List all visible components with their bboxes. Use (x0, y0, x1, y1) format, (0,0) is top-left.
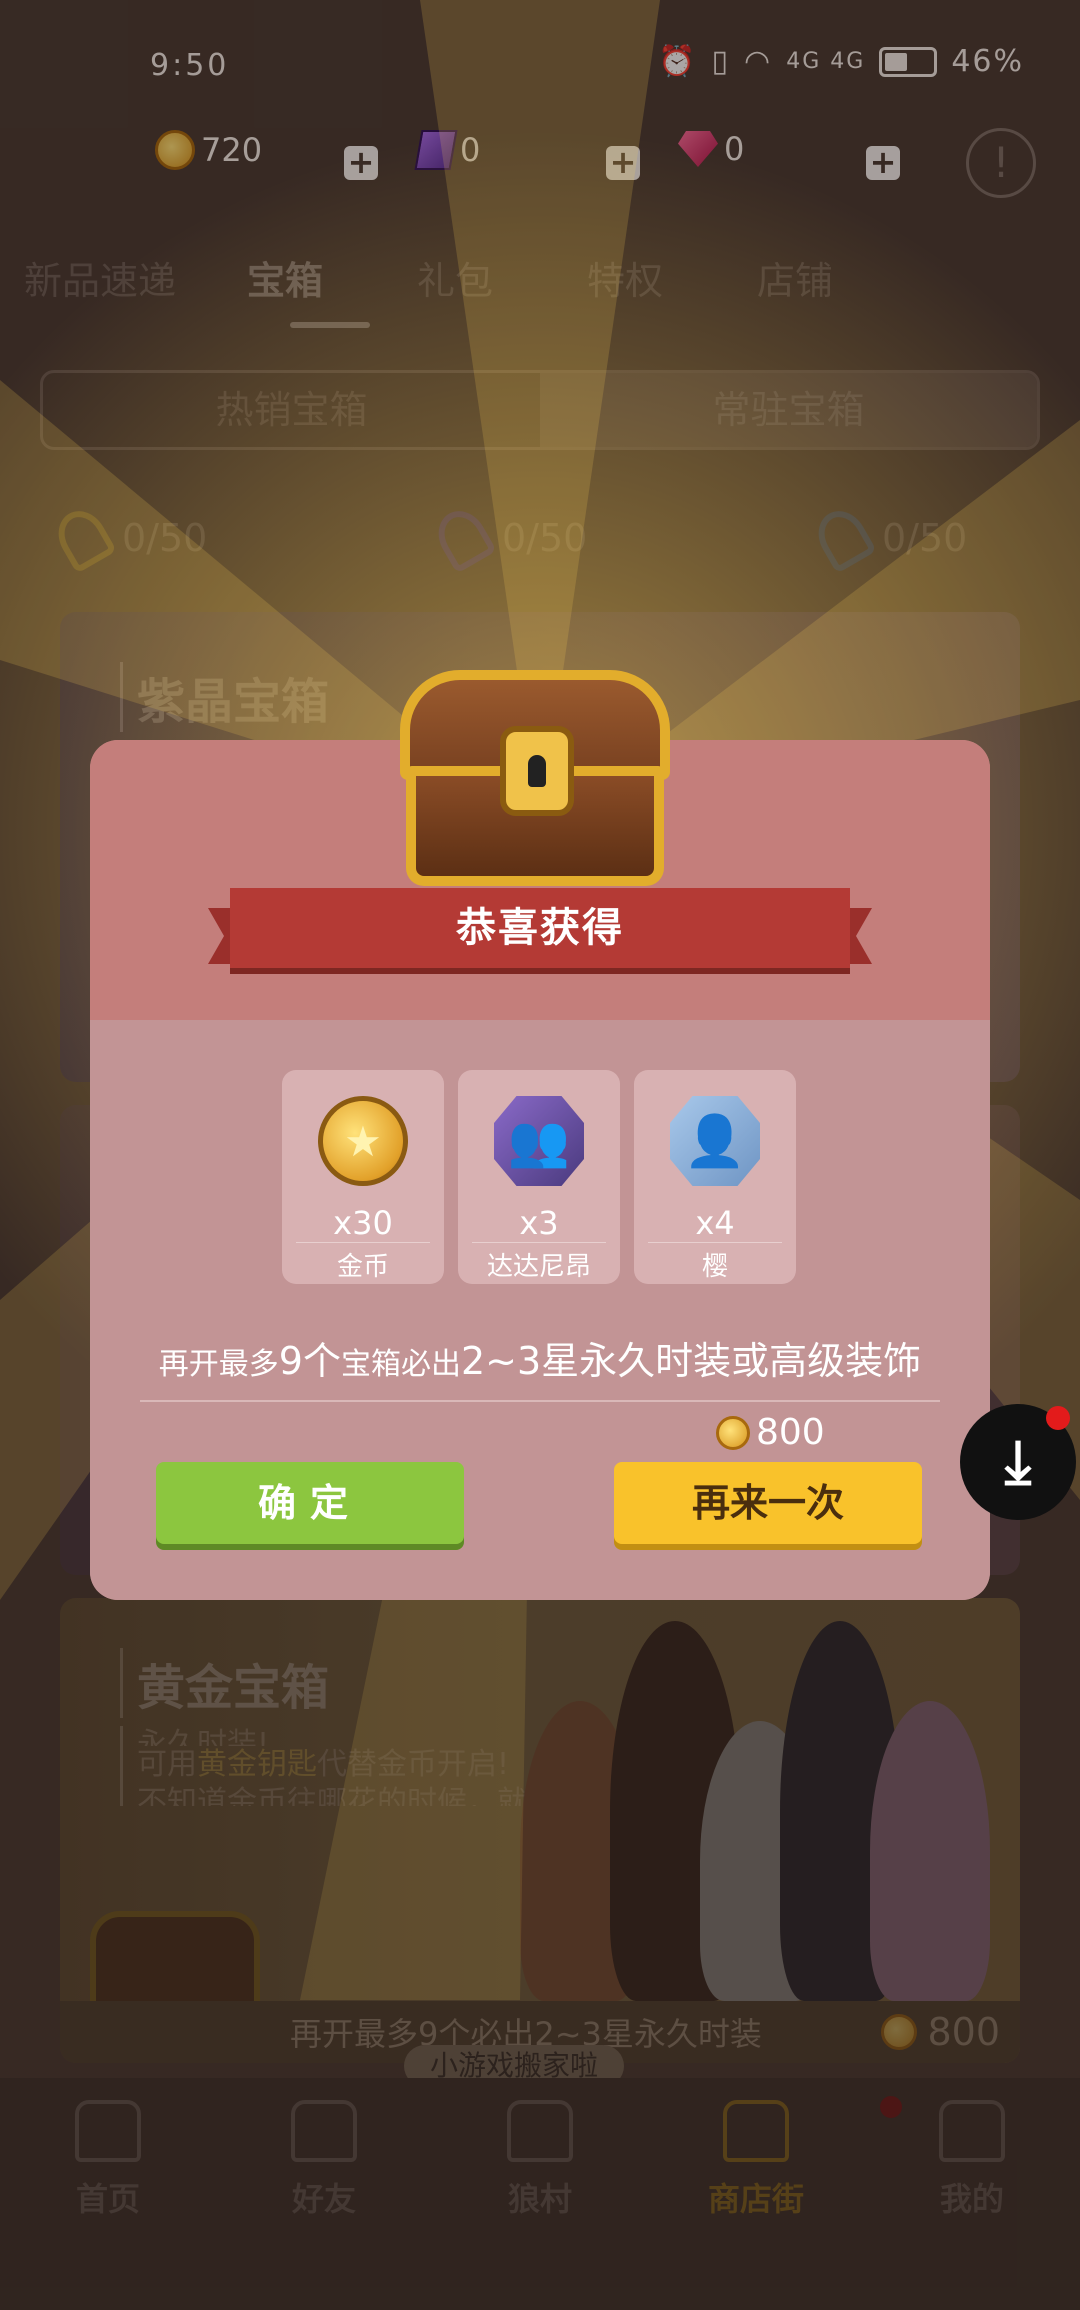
reward-name: 金币 (336, 1252, 389, 1282)
reward-item[interactable]: 👤 x4 樱 (634, 1070, 796, 1284)
hint-divider (140, 1400, 940, 1402)
character-avatar-icon: 👤 (670, 1096, 760, 1186)
coin-icon: ★ (318, 1096, 408, 1186)
confirm-button[interactable]: 确定 (156, 1462, 464, 1544)
reward-item[interactable]: ★ x30 金币 (282, 1070, 444, 1284)
hint-reward: 2~3星永久时装或高级装饰 (460, 1339, 922, 1383)
reward-item[interactable]: 👥 x3 达达尼昂 (458, 1070, 620, 1284)
hint-count: 9个 (278, 1339, 341, 1383)
reopen-cost: 800 (716, 1412, 825, 1453)
hint-part: 宝箱必出 (340, 1347, 461, 1382)
reward-qty: x3 (519, 1204, 559, 1242)
treasure-chest-icon (400, 670, 670, 886)
coin-icon (716, 1415, 750, 1450)
reward-list: ★ x30 金币 👥 x3 达达尼昂 👤 x4 樱 (282, 1070, 796, 1284)
reward-qty: x4 (695, 1204, 735, 1242)
modal-title: 恭喜获得 (456, 905, 624, 951)
reward-divider (296, 1242, 430, 1243)
reward-name: 达达尼昂 (486, 1252, 591, 1282)
reopen-cost-value: 800 (756, 1412, 825, 1453)
character-avatar-icon: 👥 (494, 1096, 584, 1186)
reward-modal: 恭喜获得 ★ x30 金币 👥 x3 达达尼昂 👤 x4 樱 再开最多9个宝箱必… (90, 670, 990, 1600)
lock-icon (500, 726, 574, 816)
reward-qty: x30 (333, 1204, 393, 1242)
reward-divider (648, 1242, 782, 1243)
reward-divider (472, 1242, 606, 1243)
hint-part: 再开最多 (158, 1347, 279, 1382)
download-float-button[interactable]: ⤓ (960, 1404, 1076, 1520)
guarantee-hint: 再开最多9个宝箱必出2~3星永久时装或高级装饰 (90, 1330, 990, 1385)
download-badge (1046, 1406, 1070, 1430)
reward-name: 樱 (701, 1252, 728, 1282)
download-icon: ⤓ (1004, 1427, 1032, 1497)
open-again-button[interactable]: 再来一次 (614, 1462, 922, 1544)
